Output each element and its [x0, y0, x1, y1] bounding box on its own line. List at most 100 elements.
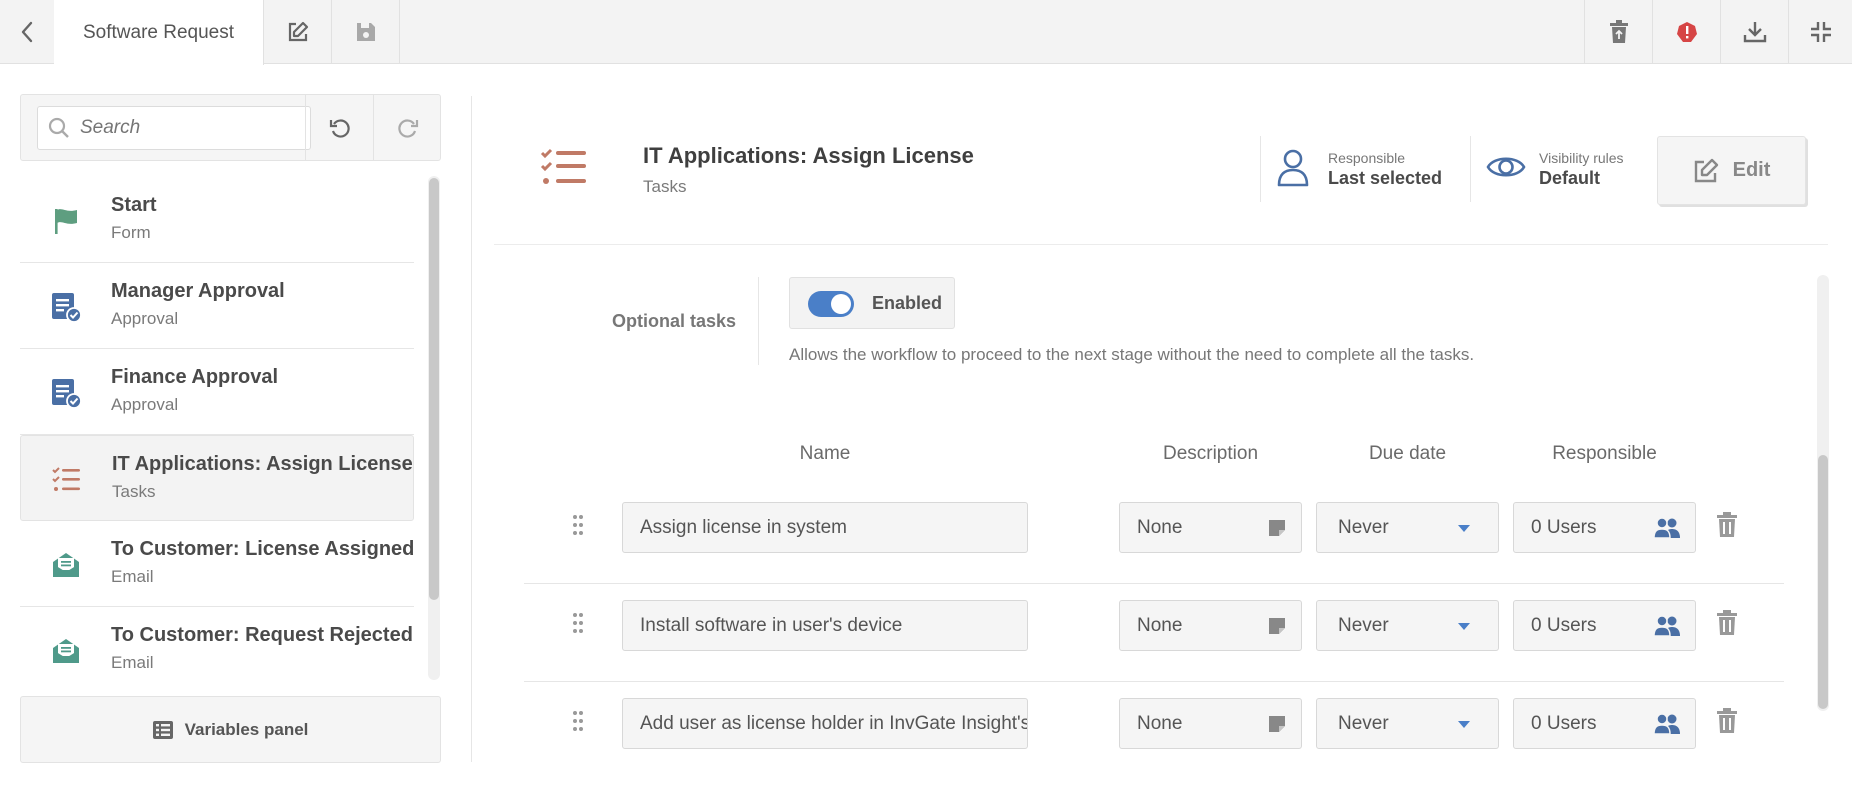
eye-icon: [1486, 152, 1526, 187]
header-separator: [1470, 136, 1471, 202]
caret-down-icon: [1458, 721, 1470, 728]
column-header-name: Name: [799, 443, 851, 464]
header-divider: [494, 244, 1828, 245]
chevron-left-icon: [21, 21, 33, 43]
stage-item-finance-approval[interactable]: Finance Approval Approval: [20, 349, 414, 435]
save-icon: [356, 23, 375, 41]
edit-label: Edit: [1732, 159, 1771, 181]
download-icon: [1743, 22, 1766, 43]
delete-task-button[interactable]: [1716, 610, 1738, 641]
drag-handle-icon[interactable]: [572, 612, 584, 639]
stage-item-start[interactable]: Start Form: [20, 177, 414, 263]
alert-button[interactable]: [1652, 0, 1720, 64]
optional-tasks-label: Optional tasks: [612, 311, 737, 331]
undo-button[interactable]: [305, 95, 373, 160]
optional-tasks-toggle[interactable]: [808, 291, 854, 317]
stage-item-manager-approval[interactable]: Manager Approval Approval: [20, 263, 414, 349]
undo-icon: [329, 118, 350, 138]
search-input[interactable]: [80, 117, 280, 139]
users-icon: [1653, 517, 1680, 539]
back-button[interactable]: [0, 0, 54, 64]
collapse-button[interactable]: [1788, 0, 1852, 64]
drag-handle-icon[interactable]: [572, 514, 584, 541]
task-description-field[interactable]: None: [1119, 502, 1302, 553]
content-scrollbar[interactable]: [1817, 275, 1829, 711]
stage-item-request-rejected[interactable]: To Customer: Request Rejected Email: [20, 607, 414, 680]
trash-icon: [1717, 610, 1737, 635]
description-value: None: [1137, 517, 1183, 538]
trash-icon: [1717, 512, 1737, 537]
task-responsible-field[interactable]: 0 Users: [1513, 600, 1696, 651]
stage-item-license-assigned[interactable]: To Customer: License Assigned Email: [20, 521, 414, 607]
task-description-field[interactable]: None: [1119, 600, 1302, 651]
column-header-description: Description: [1162, 443, 1259, 464]
column-header-responsible: Responsible: [1552, 443, 1657, 464]
stage-type: Email: [111, 653, 154, 672]
workflow-tab[interactable]: Software Request: [54, 0, 264, 65]
flag-icon: [50, 205, 82, 237]
stage-name: IT Applications: Assign License: [112, 453, 413, 475]
search-icon: [48, 117, 69, 138]
variables-panel-button[interactable]: Variables panel: [20, 696, 441, 763]
redo-button[interactable]: [373, 95, 441, 160]
edit-stage-button[interactable]: Edit: [1657, 136, 1806, 205]
stage-type: Email: [111, 567, 154, 586]
users-icon: [1653, 615, 1680, 637]
panel-divider: [471, 96, 472, 762]
delete-task-button[interactable]: [1716, 708, 1738, 739]
visibility-label: Visibility rules: [1539, 150, 1624, 166]
responsible-label: Responsible: [1328, 150, 1406, 166]
optional-tasks-separator: [758, 277, 759, 365]
users-icon: [1653, 713, 1680, 735]
user-icon: [1276, 149, 1310, 192]
description-value: None: [1137, 713, 1183, 734]
due-date-select[interactable]: Never: [1316, 600, 1499, 651]
drag-handle-icon[interactable]: [572, 710, 584, 737]
responsible-count: 0 Users: [1531, 713, 1597, 734]
redo-icon: [397, 118, 418, 138]
stage-list-scrollbar[interactable]: [428, 176, 440, 680]
due-date-select[interactable]: Never: [1316, 698, 1499, 749]
download-button[interactable]: [1720, 0, 1788, 64]
variables-panel-label: Variables panel: [184, 719, 309, 739]
task-responsible-field[interactable]: 0 Users: [1513, 698, 1696, 749]
note-icon: [1269, 618, 1285, 634]
tasks-icon: [51, 464, 83, 496]
search-field[interactable]: [37, 106, 311, 150]
recycle-bin-button[interactable]: [1584, 0, 1652, 64]
stage-subtitle: Tasks: [643, 177, 687, 196]
due-date-value: Never: [1338, 713, 1389, 734]
top-bar: Software Request: [0, 0, 1852, 65]
delete-task-button[interactable]: [1716, 512, 1738, 543]
optional-tasks-toggle-box[interactable]: Enabled: [789, 277, 955, 329]
due-date-value: Never: [1338, 615, 1389, 636]
trash-icon: [1717, 708, 1737, 733]
stage-type: Form: [111, 223, 151, 242]
stage-name: Start: [111, 194, 157, 216]
task-description-field[interactable]: None: [1119, 698, 1302, 749]
stage-item-it-applications[interactable]: IT Applications: Assign License Tasks: [20, 435, 414, 521]
edit-workflow-button[interactable]: [264, 0, 332, 64]
table-row: Assign license in system None Never 0 Us…: [524, 486, 1784, 584]
stage-name: To Customer: License Assigned: [111, 538, 414, 560]
responsible-count: 0 Users: [1531, 615, 1597, 636]
edit-icon: [1694, 158, 1718, 182]
search-toolbar: [20, 94, 441, 161]
stage-name: Manager Approval: [111, 280, 285, 302]
table-row: Add user as license holder in InvGate In…: [524, 682, 1784, 780]
save-button[interactable]: [332, 0, 400, 64]
task-name-input[interactable]: Add user as license holder in InvGate In…: [622, 698, 1028, 749]
task-name-input[interactable]: Install software in user's device: [622, 600, 1028, 651]
caret-down-icon: [1458, 525, 1470, 532]
task-name-input[interactable]: Assign license in system: [622, 502, 1028, 553]
optional-tasks-description: Allows the workflow to proceed to the ne…: [789, 345, 1475, 364]
task-responsible-field[interactable]: 0 Users: [1513, 502, 1696, 553]
edit-icon: [288, 21, 308, 42]
email-icon: [50, 635, 82, 667]
due-date-select[interactable]: Never: [1316, 502, 1499, 553]
recycle-bin-icon: [1609, 20, 1628, 43]
approval-icon: [50, 291, 82, 323]
alert-icon: [1676, 22, 1697, 42]
stage-title: IT Applications: Assign License: [643, 143, 974, 168]
toggle-label: Enabled: [872, 293, 943, 313]
